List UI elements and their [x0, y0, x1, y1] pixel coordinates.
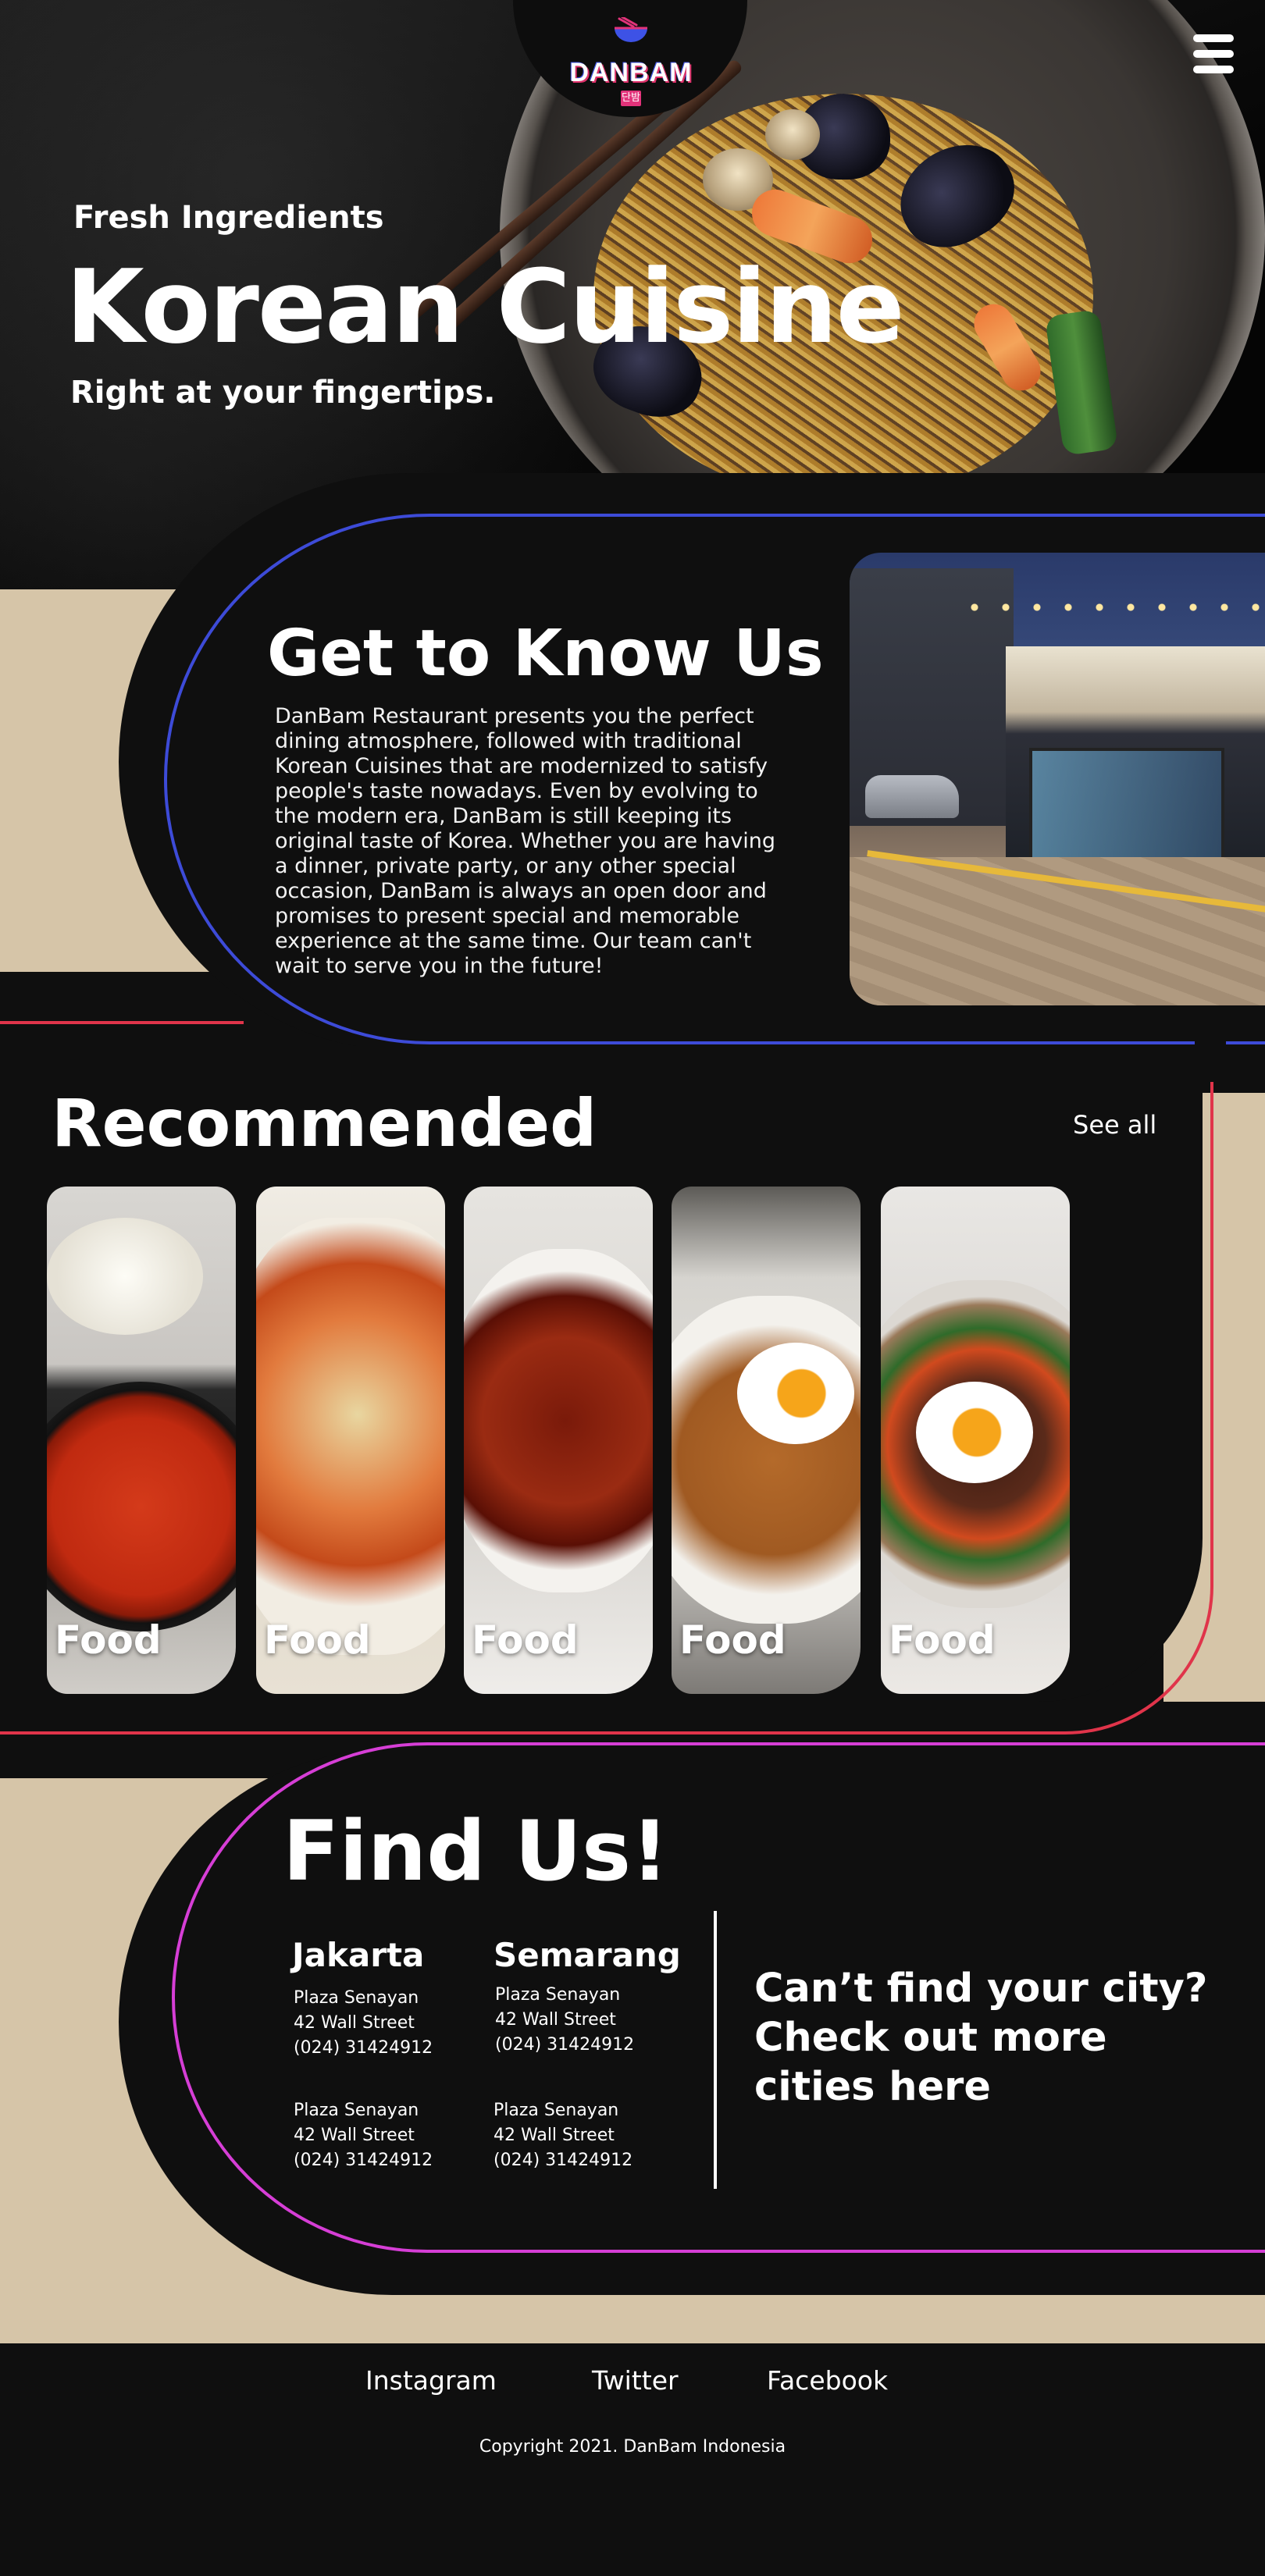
twitter-link[interactable]: Twitter	[592, 2365, 679, 2396]
food-card[interactable]: Food	[256, 1187, 445, 1694]
logo[interactable]: DANBAM 단밤	[562, 6, 700, 108]
clam-image	[765, 109, 820, 160]
bowl-chopsticks-icon	[615, 17, 647, 42]
city-name-semarang: Semarang	[494, 1936, 681, 1974]
copyright-text: Copyright 2021. DanBam Indonesia	[479, 2437, 786, 2457]
address-block: Plaza Senayan 42 Wall Street (024) 31424…	[294, 2098, 433, 2173]
food-card-label: Food	[679, 1617, 786, 1663]
hero-kicker: Fresh Ingredients	[73, 200, 384, 236]
restaurant-photo	[850, 553, 1265, 1005]
magenta-divider	[1093, 1742, 1265, 1745]
instagram-link[interactable]: Instagram	[365, 2365, 497, 2396]
logo-text: DANBAM	[569, 58, 693, 87]
food-card-label: Food	[55, 1617, 162, 1663]
phone-number: (024) 31424912	[294, 2151, 433, 2170]
hero-title: Korean Cuisine	[66, 247, 905, 366]
vertical-divider	[714, 1911, 717, 2189]
phone-number: (024) 31424912	[494, 2151, 633, 2170]
more-cities-link[interactable]: Can’t find your city? Check out more cit…	[754, 1964, 1238, 2112]
about-title: Get to Know Us	[267, 617, 824, 691]
food-card[interactable]: Food	[881, 1187, 1070, 1694]
facebook-link[interactable]: Facebook	[767, 2365, 888, 2396]
phone-number: (024) 31424912	[495, 2035, 635, 2055]
address-line: Plaza Senayan	[294, 2101, 419, 2120]
food-card[interactable]: Food	[464, 1187, 653, 1694]
city-name-jakarta: Jakarta	[292, 1936, 425, 1974]
phone-number: (024) 31424912	[294, 2038, 433, 2058]
about-body: DanBam Restaurant presents you the perfe…	[275, 704, 776, 978]
hero-subtitle: Right at your fingertips.	[70, 375, 496, 411]
recommended-title: Recommended	[52, 1085, 597, 1162]
address-line: 42 Wall Street	[494, 2126, 615, 2145]
address-line: Plaza Senayan	[494, 2101, 619, 2120]
address-line: 42 Wall Street	[294, 2126, 415, 2145]
address-block: Plaza Senayan 42 Wall Street (024) 31424…	[494, 2098, 632, 2173]
food-card[interactable]: Food	[47, 1187, 236, 1694]
address-block: Plaza Senayan 42 Wall Street (024) 31424…	[495, 1983, 634, 2058]
food-card-label: Food	[472, 1617, 579, 1663]
address-line: 42 Wall Street	[495, 2010, 616, 2030]
address-block: Plaza Senayan 42 Wall Street (024) 31424…	[294, 1986, 433, 2061]
address-line: Plaza Senayan	[294, 1988, 419, 2008]
food-card-label: Food	[264, 1617, 371, 1663]
logo-subtext: 단밤	[621, 91, 641, 106]
find-us-title: Find Us!	[283, 1803, 669, 1899]
food-card-label: Food	[889, 1617, 996, 1663]
food-card[interactable]: Food	[672, 1187, 861, 1694]
address-line: 42 Wall Street	[294, 2013, 415, 2033]
see-all-link[interactable]: See all	[1073, 1110, 1156, 1140]
hamburger-menu-icon[interactable]	[1193, 34, 1234, 73]
address-line: Plaza Senayan	[495, 1985, 621, 2005]
